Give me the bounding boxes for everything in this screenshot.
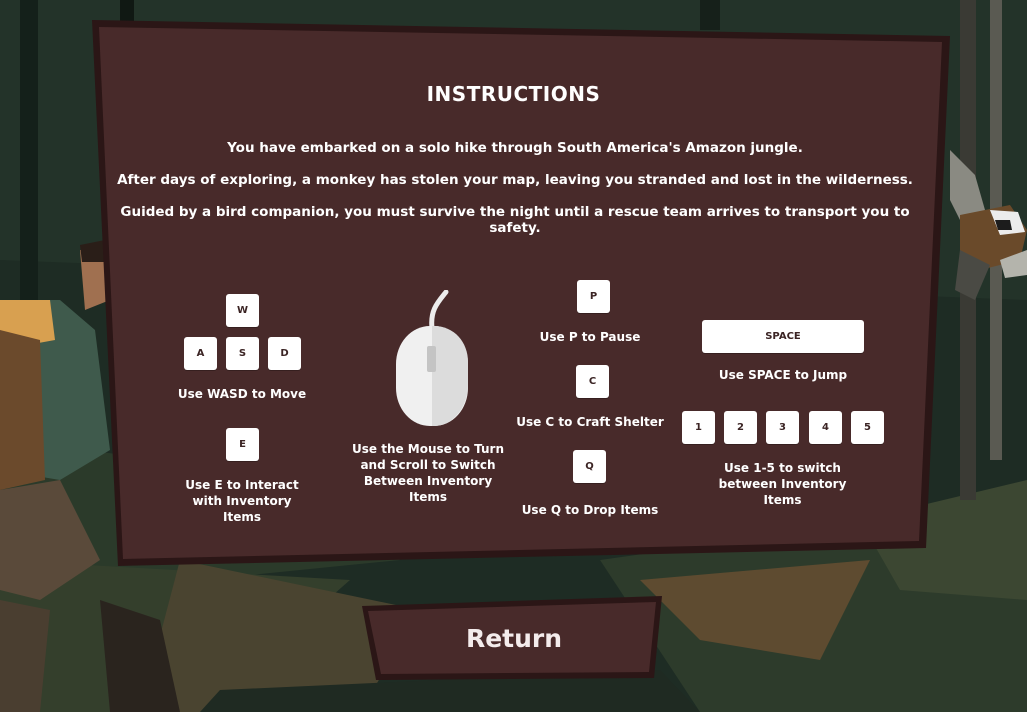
key-1: 1 bbox=[682, 411, 715, 444]
key-space: SPACE bbox=[702, 320, 864, 353]
interact-label: Use E to Interact with Inventory Items bbox=[185, 478, 299, 524]
key-4: 4 bbox=[809, 411, 842, 444]
pause-label: Use P to Pause bbox=[539, 330, 641, 344]
key-2: 2 bbox=[724, 411, 757, 444]
key-3: 3 bbox=[766, 411, 799, 444]
key-d: D bbox=[268, 337, 301, 370]
instructions-title: INSTRUCTIONS bbox=[426, 82, 601, 106]
return-button[interactable]: Return bbox=[362, 596, 666, 680]
key-e: E bbox=[226, 428, 259, 461]
key-s: S bbox=[226, 337, 259, 370]
key-a: A bbox=[184, 337, 217, 370]
story-line-2: After days of exploring, a monkey has st… bbox=[117, 172, 913, 188]
key-w: W bbox=[226, 294, 259, 327]
mouse-icon bbox=[396, 290, 468, 426]
slots-label: Use 1-5 to switch between Inventory Item… bbox=[718, 461, 847, 507]
key-5: 5 bbox=[851, 411, 884, 444]
return-button-label: Return bbox=[465, 623, 563, 653]
story-line-1: You have embarked on a solo hike through… bbox=[227, 140, 803, 156]
craft-label: Use C to Craft Shelter bbox=[516, 415, 664, 429]
story-line-3: Guided by a bird companion, you must sur… bbox=[120, 204, 910, 236]
move-label: Use WASD to Move bbox=[177, 387, 307, 401]
key-p: P bbox=[577, 280, 610, 313]
key-c: C bbox=[576, 365, 609, 398]
jump-label: Use SPACE to Jump bbox=[718, 368, 848, 382]
mouse-label: Use the Mouse to Turn and Scroll to Swit… bbox=[352, 442, 505, 504]
key-q: Q bbox=[573, 450, 606, 483]
drop-label: Use Q to Drop Items bbox=[521, 503, 659, 517]
